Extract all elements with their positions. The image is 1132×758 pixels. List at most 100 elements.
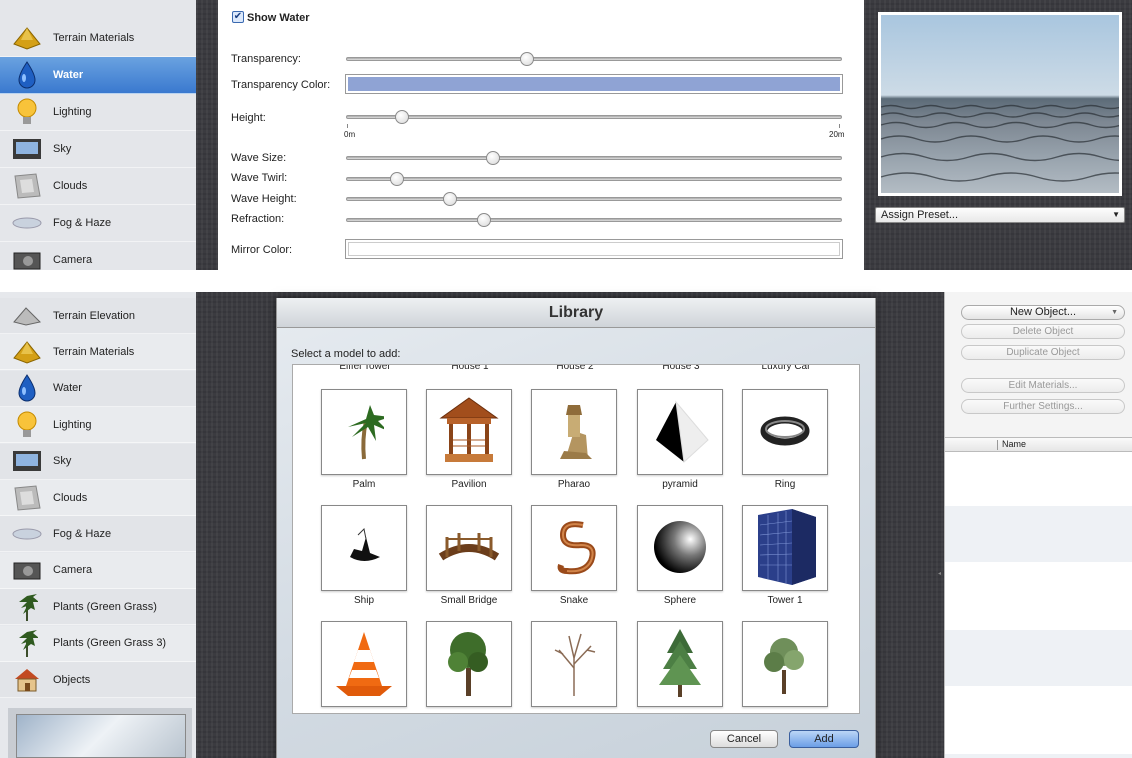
shrub-icon (760, 630, 810, 699)
model-tile-tree[interactable] (426, 621, 512, 707)
object-list-header[interactable]: Name (945, 438, 1132, 452)
model-tile-shrub[interactable] (742, 621, 828, 707)
water-drop-icon (12, 373, 42, 403)
pyramid-icon (650, 396, 710, 469)
sky-icon (12, 134, 42, 164)
sidebar-item-lighting[interactable]: Lighting (0, 94, 196, 131)
cancel-label: Cancel (726, 733, 762, 745)
sidebar-item-label: Water (53, 69, 84, 81)
delete-object-button[interactable]: Delete Object (961, 324, 1125, 339)
sidebar-item-clouds[interactable]: Clouds (0, 168, 196, 205)
tree-icon (444, 628, 494, 701)
sphere-icon (652, 519, 708, 578)
palm-icon (344, 401, 390, 464)
bare-tree-icon (549, 628, 599, 701)
refraction-label: Refraction: (231, 213, 285, 225)
wave-twirl-slider[interactable] (346, 172, 842, 186)
sidebar-item-terrain-elevation[interactable]: Terrain Elevation (0, 298, 196, 334)
model-label: pyramid (662, 479, 698, 490)
show-water-checkbox[interactable]: ✔ (232, 11, 244, 23)
fog-icon (12, 208, 42, 238)
mirror-color-label: Mirror Color: (231, 244, 293, 256)
pharao-icon (554, 401, 594, 464)
model-grid[interactable]: Eiffel Tower House 1 House 2 House 3 Luxury … (292, 364, 860, 714)
sidebar-item-lighting[interactable]: Lighting (0, 407, 196, 444)
duplicate-object-button[interactable]: Duplicate Object (961, 345, 1125, 360)
sidebar-item-label: Camera (53, 254, 93, 266)
model-tile-ship[interactable] (321, 505, 407, 591)
height-slider[interactable] (346, 110, 842, 124)
further-settings-button[interactable]: Further Settings... (961, 399, 1125, 414)
fog-icon (12, 519, 42, 549)
add-label: Add (814, 733, 834, 745)
wave-height-slider[interactable] (346, 192, 842, 206)
cancel-button[interactable]: Cancel (710, 730, 778, 748)
object-list[interactable]: Name (945, 437, 1132, 758)
model-label: Ship (353, 595, 374, 606)
sidebar-item-terrain-materials[interactable]: Terrain Materials (0, 20, 196, 57)
top-left-frame (196, 0, 218, 270)
model-tile-ring[interactable] (742, 389, 828, 475)
sidebar-item-plants-green-grass[interactable]: Plants (Green Grass) (0, 589, 196, 626)
library-title: Library (548, 304, 604, 321)
model-tile-pavilion[interactable] (426, 389, 512, 475)
sidebar-item-label: Terrain Materials (53, 345, 135, 358)
model-tile-traffic-cone[interactable] (321, 621, 407, 707)
water-drop-icon (12, 60, 42, 90)
slider-knob[interactable] (443, 192, 457, 206)
sidebar-item-label: Plants (Green Grass 3) (53, 637, 167, 650)
sidebar-item-terrain-materials[interactable]: Terrain Materials (0, 334, 196, 371)
ship-icon (344, 527, 384, 570)
mirror-color-swatch (348, 242, 840, 256)
transparency-label: Transparency: (231, 53, 301, 65)
tower-icon (752, 507, 818, 590)
slider-knob[interactable] (395, 110, 409, 124)
edit-materials-button[interactable]: Edit Materials... (961, 378, 1125, 393)
refraction-slider[interactable] (346, 213, 842, 227)
model-tile-palm[interactable] (321, 389, 407, 475)
wave-height-label: Wave Height: (231, 193, 297, 205)
sidebar-item-label: Lighting (53, 418, 92, 431)
slider-knob[interactable] (476, 213, 491, 227)
model-label: Pharao (557, 479, 591, 490)
camera-icon (12, 555, 42, 585)
model-tile-pyramid[interactable] (637, 389, 723, 475)
terrain-elevation-icon (12, 301, 42, 331)
sidebar-item-water[interactable]: Water (0, 370, 196, 407)
panel-resize-handle[interactable]: ◂ (938, 570, 942, 578)
new-object-label: New Object... (1009, 306, 1077, 318)
sidebar-item-objects[interactable]: Objects (0, 662, 196, 698)
sidebar-item-sky[interactable]: Sky (0, 443, 196, 480)
mirror-color-well[interactable] (345, 239, 843, 259)
model-tile-small-bridge[interactable] (426, 505, 512, 591)
model-tile-pine-tree[interactable] (637, 621, 723, 707)
new-object-button[interactable]: New Object... ▼ (961, 305, 1125, 320)
model-label: Small Bridge (440, 595, 498, 606)
sidebar-item-plants-green-grass-3[interactable]: Plants (Green Grass 3) (0, 625, 196, 662)
light-bulb-icon (12, 97, 42, 127)
sidebar-item-sky[interactable]: Sky (0, 131, 196, 168)
water-preview-image (878, 12, 1122, 196)
model-tile-tower-1[interactable] (742, 505, 828, 591)
model-tile-bare-tree[interactable] (531, 621, 617, 707)
model-tile-sphere[interactable] (637, 505, 723, 591)
sidebar-item-clouds[interactable]: Clouds (0, 480, 196, 516)
model-tile-snake[interactable] (531, 505, 617, 591)
sidebar-item-water[interactable]: Water (0, 57, 196, 94)
sidebar-item-camera[interactable]: Camera (0, 552, 196, 589)
sidebar-item-label: Water (53, 382, 82, 395)
transparency-color-well[interactable] (345, 74, 843, 94)
add-button[interactable]: Add (789, 730, 859, 748)
wave-size-slider[interactable] (346, 151, 842, 165)
chevron-down-icon: ▼ (1111, 309, 1118, 316)
slider-knob[interactable] (519, 52, 534, 66)
sky-icon (12, 446, 42, 476)
traffic-cone-icon (334, 628, 394, 701)
name-column-header: Name (1002, 439, 1027, 449)
sidebar-item-fog[interactable]: Fog & Haze (0, 205, 196, 242)
model-tile-pharao[interactable] (531, 389, 617, 475)
sidebar-item-fog-haze[interactable]: Fog & Haze (0, 516, 196, 553)
assign-preset-dropdown[interactable]: Assign Preset... ▼ (875, 207, 1125, 223)
transparency-slider[interactable] (346, 52, 842, 66)
sidebar-item-label: Sky (53, 143, 72, 155)
